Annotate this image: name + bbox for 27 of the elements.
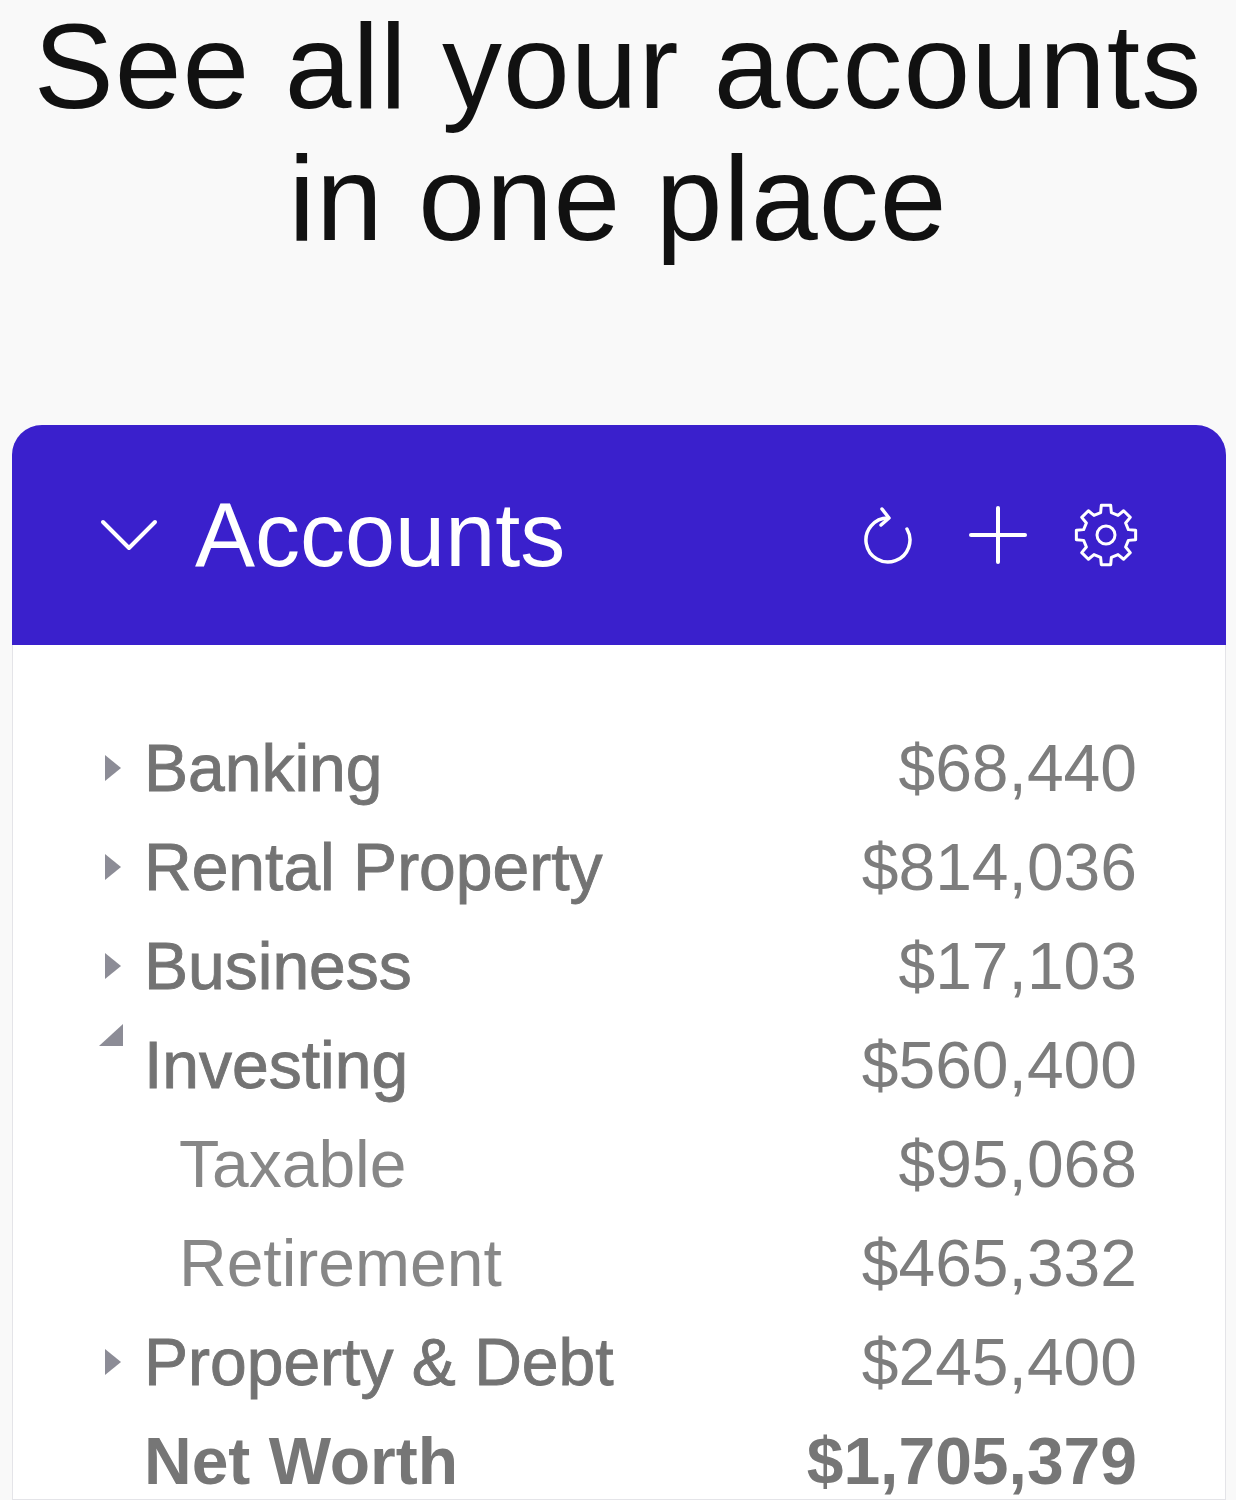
- account-name[interactable]: Retirement: [104, 1225, 862, 1301]
- disclosure-triangle-icon[interactable]: [104, 754, 122, 782]
- disclosure-triangle-icon[interactable]: [98, 1023, 124, 1047]
- plus-icon[interactable]: [969, 506, 1027, 564]
- net-worth-label: Net Worth: [143, 1423, 460, 1499]
- group-name[interactable]: Banking: [144, 730, 899, 806]
- group-balance: $245,400: [861, 1324, 1137, 1400]
- account-balance: $95,068: [898, 1126, 1137, 1202]
- disclosure-triangle-icon[interactable]: [104, 1348, 122, 1376]
- page-heading: See all your accounts in one place: [32, 0, 1204, 264]
- settings-icon[interactable]: [1074, 503, 1138, 567]
- chevron-icon[interactable]: [100, 519, 158, 551]
- panel-title: Accounts: [195, 484, 567, 587]
- group-name[interactable]: Business: [144, 928, 899, 1004]
- account-balance: $465,332: [861, 1225, 1137, 1301]
- group-balance: $560,400: [861, 1027, 1137, 1103]
- group-balance: $814,036: [861, 829, 1137, 905]
- disclosure-triangle-icon[interactable]: [104, 853, 122, 881]
- group-name[interactable]: Property & Debt: [144, 1324, 862, 1400]
- group-balance: $17,103: [898, 928, 1137, 1004]
- group-name[interactable]: Investing: [144, 1027, 862, 1103]
- group-balance: $68,440: [898, 730, 1137, 806]
- net-worth-value: $1,705,379: [806, 1423, 1137, 1499]
- group-name[interactable]: Rental Property: [144, 829, 862, 905]
- refresh-icon[interactable]: [862, 506, 914, 564]
- disclosure-triangle-icon[interactable]: [104, 952, 122, 980]
- account-name[interactable]: Taxable: [104, 1126, 899, 1202]
